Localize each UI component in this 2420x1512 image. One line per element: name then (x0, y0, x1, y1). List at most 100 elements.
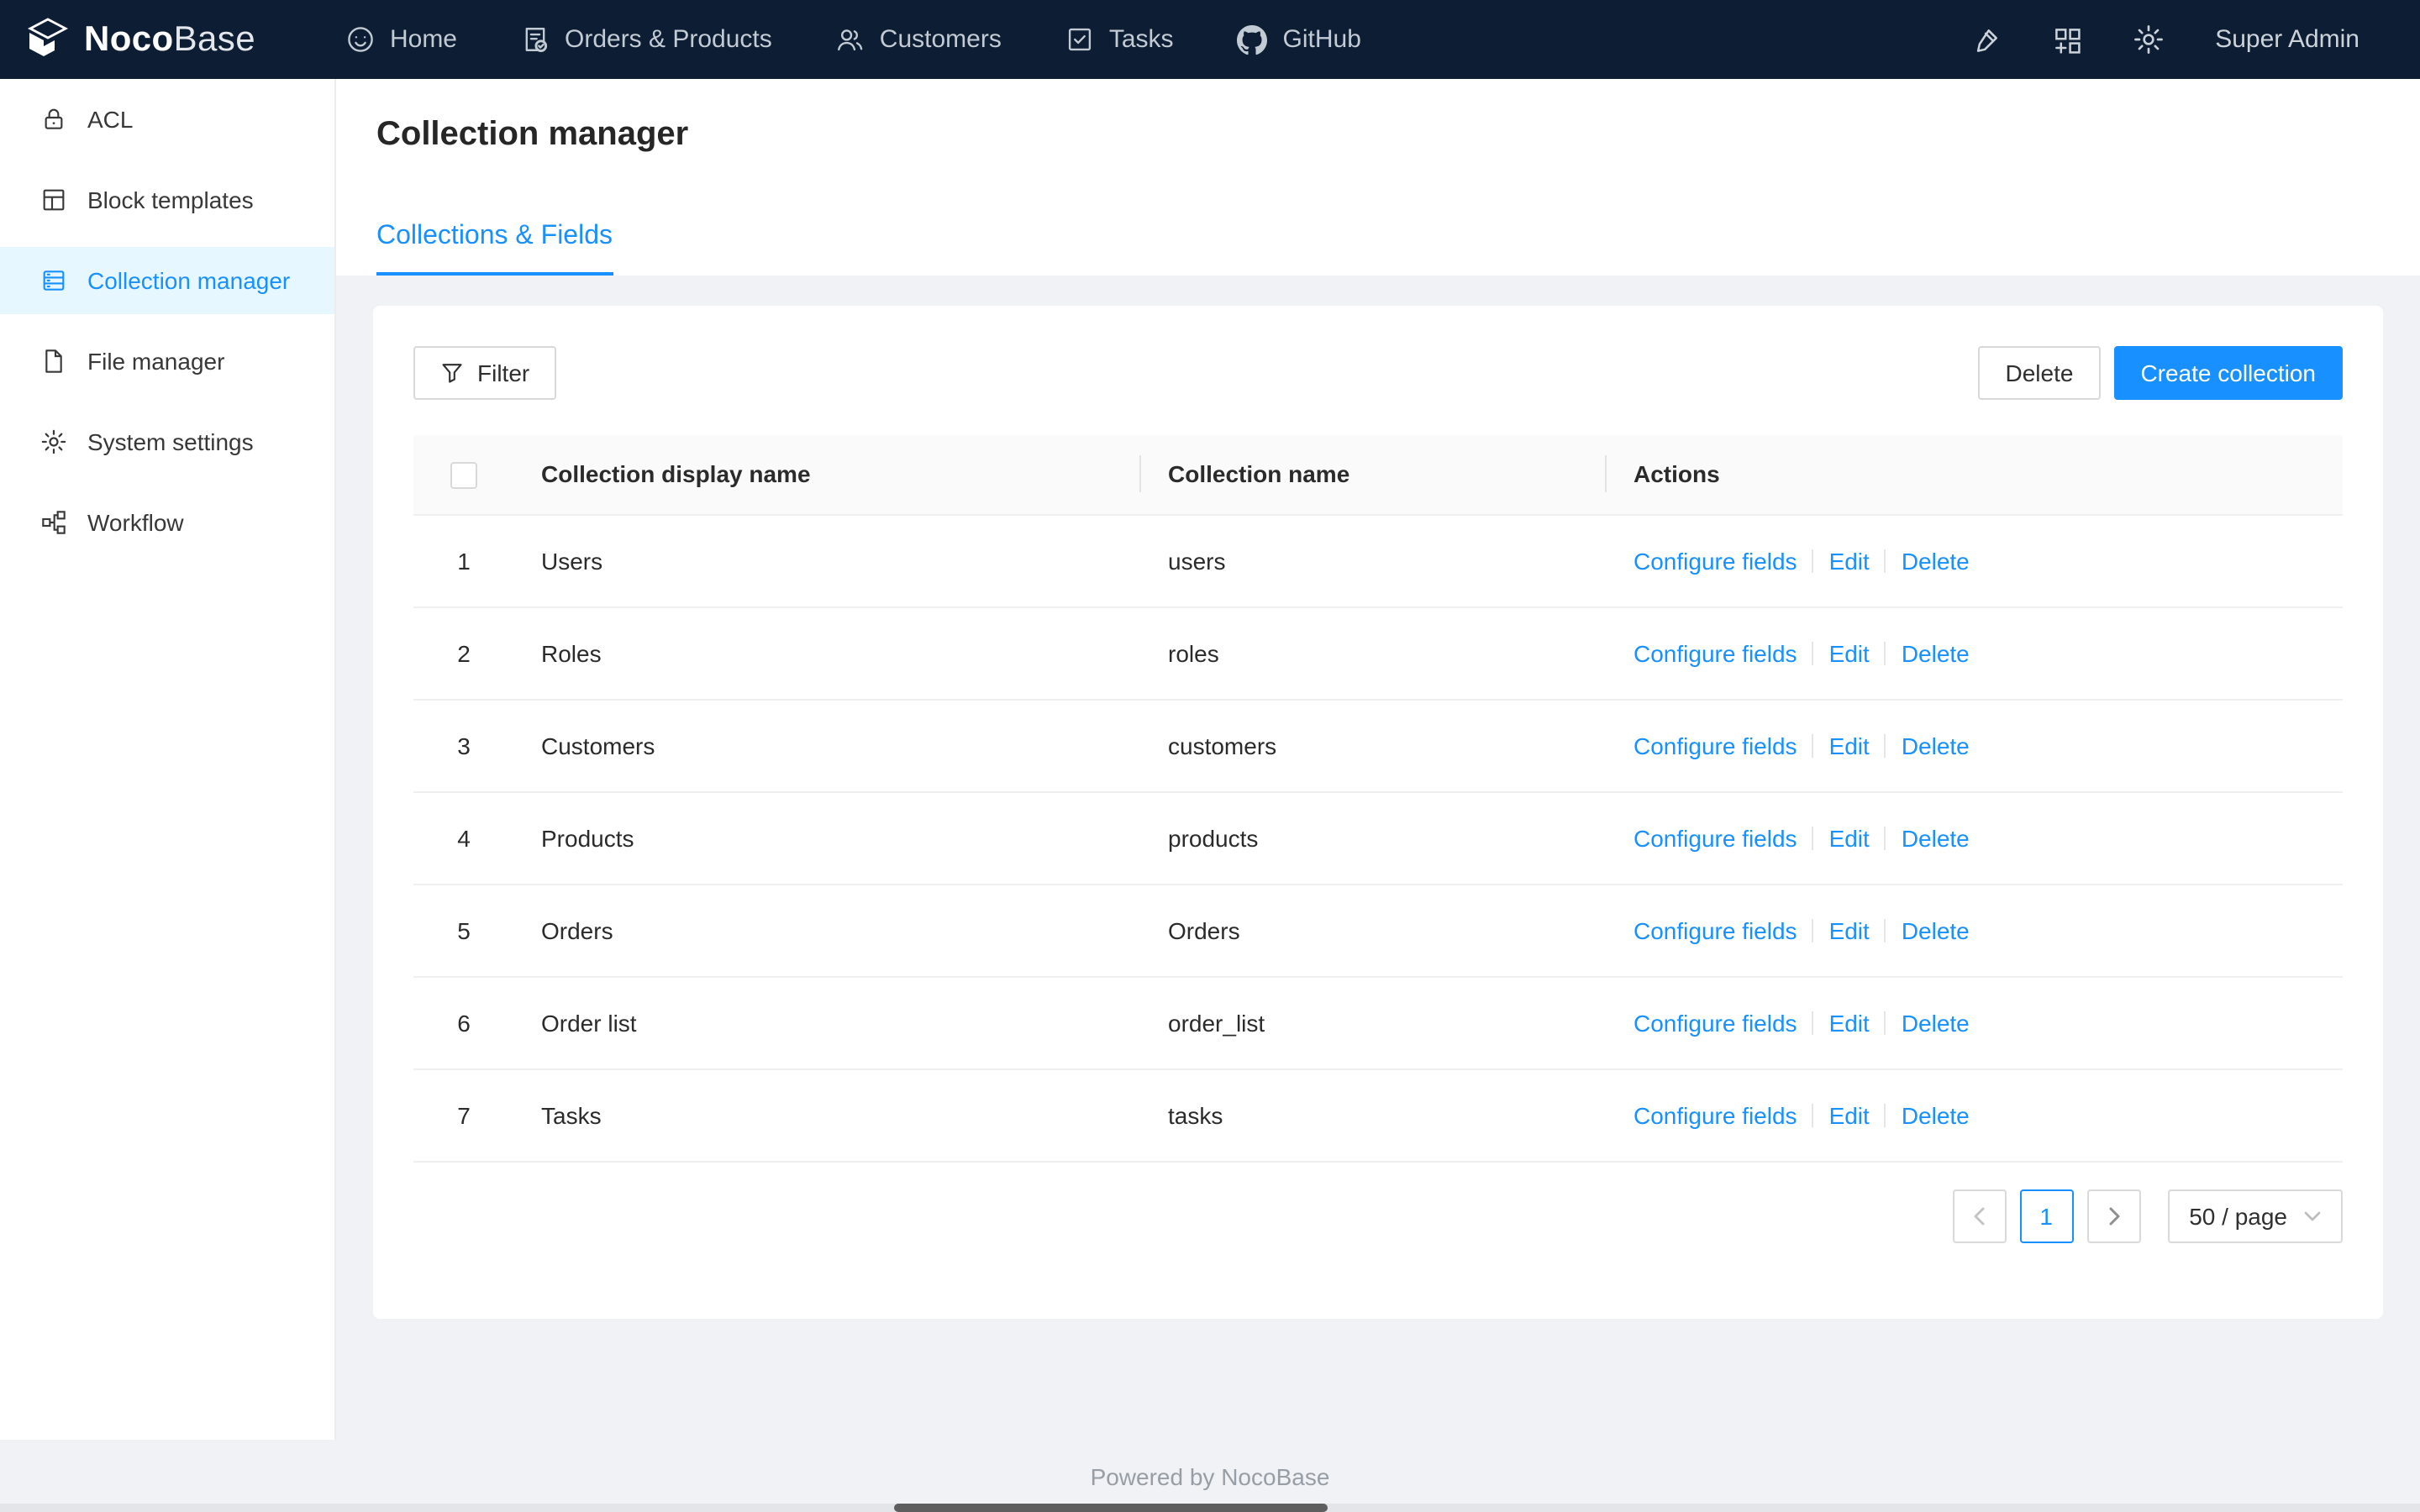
logo-noco: Noco (84, 19, 174, 58)
sidebar: ACL Block templates Collection manager F… (0, 79, 336, 1440)
delete-link[interactable]: Delete (1902, 639, 1970, 666)
action-divider (1812, 1103, 1814, 1126)
configure-fields-link[interactable]: Configure fields (1634, 916, 1797, 943)
delete-link[interactable]: Delete (1902, 732, 1970, 759)
sidebar-item-file-manager[interactable]: File manager (0, 328, 334, 395)
delete-link[interactable]: Delete (1902, 916, 1970, 943)
edit-link[interactable]: Edit (1829, 639, 1870, 666)
row-index: 4 (413, 791, 514, 885)
horizontal-scrollbar-thumb[interactable] (894, 1504, 1328, 1512)
header-collection-display-name: Collection display name (514, 435, 1141, 515)
cell-collection-name: products (1141, 791, 1607, 885)
cell-display-name: Orders (514, 884, 1141, 977)
header-select-all-cell (413, 435, 514, 515)
pagination-prev-button[interactable] (1952, 1189, 2007, 1242)
ui-editor-button[interactable] (1971, 24, 2002, 55)
menu-item-orders-products[interactable]: Orders & Products (521, 24, 772, 55)
team-icon (838, 29, 864, 51)
cell-display-name: Roles (514, 606, 1141, 700)
collections-table: Collection display name Collection name … (413, 435, 2343, 1162)
cell-collection-name: Orders (1141, 884, 1607, 977)
edit-link[interactable]: Edit (1829, 824, 1870, 851)
collections-card: Filter Delete Create collection Collecti… (373, 306, 2383, 1319)
smile-icon (348, 27, 373, 52)
edit-link[interactable]: Edit (1829, 547, 1870, 574)
menu-item-tasks[interactable]: Tasks (1065, 24, 1174, 55)
menu-item-label: Orders & Products (565, 25, 772, 54)
cell-actions: Configure fields Edit Delete (1607, 976, 2343, 1069)
cell-actions: Configure fields Edit Delete (1607, 699, 2343, 792)
configure-fields-link[interactable]: Configure fields (1634, 547, 1797, 574)
row-index: 5 (413, 884, 514, 977)
select-all-checkbox[interactable] (450, 461, 477, 489)
configure-fields-link[interactable]: Configure fields (1634, 1009, 1797, 1036)
menu-item-label: Home (389, 25, 457, 54)
action-divider (1884, 918, 1886, 942)
pagination-page-1[interactable]: 1 (2019, 1189, 2074, 1242)
edit-link[interactable]: Edit (1829, 732, 1870, 759)
delete-link[interactable]: Delete (1902, 1009, 1970, 1036)
sidebar-item-system-settings[interactable]: System settings (0, 408, 334, 475)
cell-actions: Configure fields Edit Delete (1607, 514, 2343, 607)
file-done-icon (525, 28, 548, 52)
highlighter-icon (1977, 29, 1998, 51)
edit-link[interactable]: Edit (1829, 1101, 1870, 1128)
action-divider (1812, 641, 1814, 664)
action-divider (1884, 1011, 1886, 1034)
configure-fields-link[interactable]: Configure fields (1634, 639, 1797, 666)
table-row: 6 Order list order_list Configure fields… (413, 976, 2343, 1069)
sidebar-item-label: File manager (87, 348, 225, 375)
edit-link[interactable]: Edit (1829, 916, 1870, 943)
sidebar-item-workflow[interactable]: Workflow (0, 489, 334, 556)
settings-button[interactable] (2133, 24, 2165, 55)
page-size-select[interactable]: 50 / page (2167, 1189, 2343, 1242)
configure-fields-link[interactable]: Configure fields (1634, 732, 1797, 759)
sidebar-item-block-templates[interactable]: Block templates (0, 166, 334, 234)
pagination-next-button[interactable] (2086, 1189, 2141, 1242)
sidebar-item-collection-manager[interactable]: Collection manager (0, 247, 334, 314)
action-divider (1812, 918, 1814, 942)
action-divider (1884, 549, 1886, 572)
menu-item-label: Tasks (1108, 25, 1174, 54)
edit-link[interactable]: Edit (1829, 1009, 1870, 1036)
table-header-row: Collection display name Collection name … (413, 435, 2343, 515)
check-square-icon (1068, 28, 1091, 51)
content-area: Filter Delete Create collection Collecti… (336, 276, 2420, 1440)
delete-link[interactable]: Delete (1902, 824, 1970, 851)
chevron-right-icon (2108, 1206, 2119, 1225)
tab-collections-fields[interactable]: Collections & Fields (376, 222, 613, 276)
row-index: 1 (413, 514, 514, 607)
create-collection-label: Create collection (2140, 360, 2316, 386)
cell-display-name: Users (514, 514, 1141, 607)
sidebar-item-acl[interactable]: ACL (0, 86, 334, 153)
gear-icon (2134, 25, 2164, 54)
header-collection-name: Collection name (1141, 435, 1607, 515)
sidebar-item-label: Collection manager (87, 267, 291, 294)
action-divider (1812, 826, 1814, 849)
gear-icon (41, 429, 66, 454)
delete-link[interactable]: Delete (1902, 1101, 1970, 1128)
menu-item-label: GitHub (1282, 25, 1361, 54)
create-collection-button[interactable]: Create collection (2113, 346, 2343, 400)
nocobase-logo[interactable]: NocoBase (25, 17, 255, 62)
cell-actions: Configure fields Edit Delete (1607, 606, 2343, 700)
configure-fields-link[interactable]: Configure fields (1634, 824, 1797, 851)
menu-item-github[interactable]: GitHub (1237, 24, 1361, 55)
lock-icon (45, 108, 63, 129)
filter-button[interactable]: Filter (413, 346, 557, 400)
menu-item-customers[interactable]: Customers (836, 24, 1002, 55)
plugins-button[interactable] (2052, 24, 2082, 55)
action-divider (1812, 733, 1814, 757)
configure-fields-link[interactable]: Configure fields (1634, 1101, 1797, 1128)
action-divider (1884, 1103, 1886, 1126)
pagination: 1 50 / page (413, 1189, 2343, 1242)
layout-icon (43, 189, 65, 211)
tab-bar: Collections & Fields (376, 222, 613, 276)
delete-link[interactable]: Delete (1902, 547, 1970, 574)
current-user[interactable]: Super Admin (2215, 25, 2360, 54)
cell-collection-name: tasks (1141, 1068, 1607, 1162)
delete-button[interactable]: Delete (1978, 346, 2101, 400)
menu-item-home[interactable]: Home (346, 24, 457, 55)
table-toolbar: Filter Delete Create collection (413, 346, 2343, 400)
row-index: 7 (413, 1068, 514, 1162)
